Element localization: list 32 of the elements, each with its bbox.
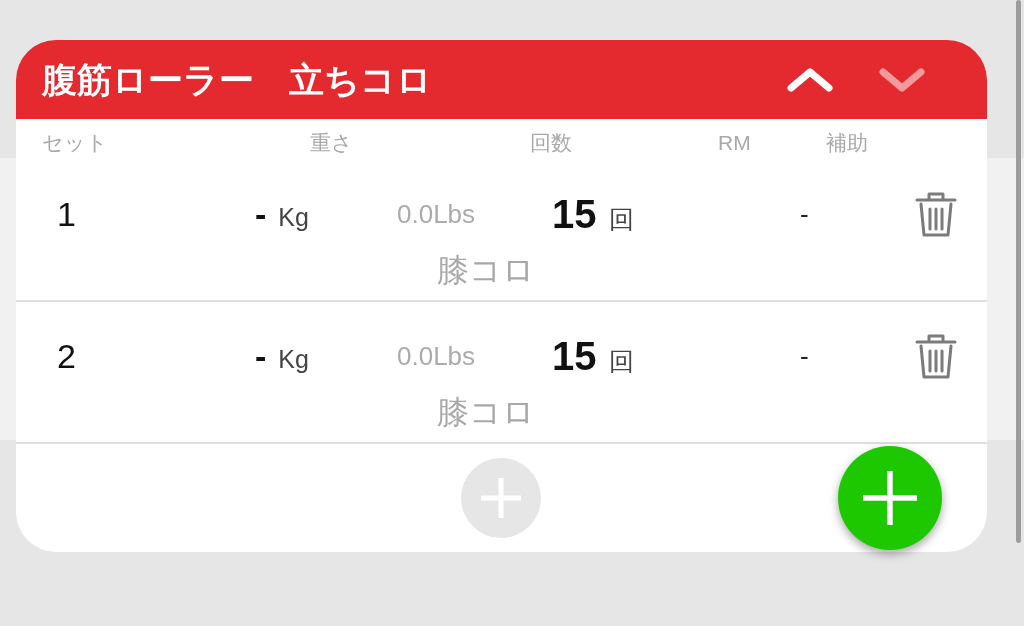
delete-button[interactable] [915,333,957,379]
column-header: 重さ [310,130,353,156]
assist-value: - [800,340,809,372]
set-note: 膝コロ [436,251,536,290]
chevron-up-icon [787,67,833,92]
set-number: 2 [57,336,76,376]
weight-unit: Kg [278,344,309,374]
assist-value: - [800,198,809,230]
reps-value[interactable]: 15 [552,333,597,379]
trash-icon [915,333,957,379]
plus-icon [863,471,917,525]
reps-unit: 回 [608,203,634,235]
column-header: 補助 [826,130,868,156]
pounds-value: 0.0Lbs [397,198,476,230]
weight-value[interactable]: - [255,336,267,376]
plus-icon [481,478,521,518]
chevron-down-icon [879,67,925,92]
column-header: 回数 [530,130,572,156]
reps-unit: 回 [608,345,634,377]
set-number: 1 [57,194,76,234]
pounds-value: 0.0Lbs [397,340,476,372]
reps-value[interactable]: 15 [552,191,597,237]
scrollbar-thumb[interactable] [1016,0,1021,543]
trash-icon [915,191,957,237]
weight-value[interactable]: - [255,194,267,234]
set-note: 膝コロ [436,393,536,432]
exercise-title: 腹筋ローラー 立ちコロ [42,58,432,101]
add-floating-button[interactable] [838,446,942,550]
column-header: セット [42,130,108,156]
delete-button[interactable] [915,191,957,237]
column-header: RM [718,130,751,156]
weight-unit: Kg [278,202,309,232]
